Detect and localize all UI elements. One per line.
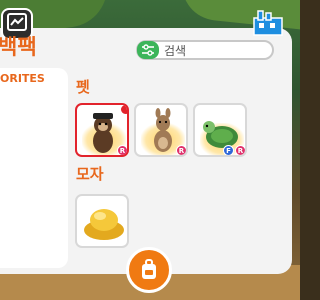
category-label-hats: 모자 — [76, 165, 104, 183]
rarity-badge: R — [235, 145, 245, 155]
search-input[interactable]: 검색 — [164, 42, 186, 59]
favorites-sidebar — [0, 68, 68, 268]
rarity-badge: R — [176, 145, 186, 155]
page-title: 백팩 — [0, 35, 37, 59]
equipped-badge — [120, 105, 127, 115]
gold-hat-icon — [84, 209, 124, 240]
backpack-icon — [142, 259, 156, 279]
house-icon — [253, 10, 283, 36]
pet-card-kangaroo[interactable]: R — [134, 103, 188, 157]
pet-card-monkey[interactable]: R — [75, 103, 129, 157]
rarity-badge: R — [117, 145, 127, 155]
filter-button[interactable] — [137, 41, 159, 59]
flyable-badge: F — [223, 145, 234, 155]
hat-card-gold[interactable] — [75, 194, 129, 248]
search-bar[interactable]: 검색 — [136, 40, 274, 60]
pet-card-turtle[interactable]: F R — [193, 103, 247, 157]
backpack-button[interactable] — [126, 247, 172, 293]
filter-icon — [142, 44, 154, 56]
category-label-pets: 펫 — [76, 78, 90, 96]
house-button[interactable] — [252, 8, 284, 36]
favorites-label: ORITES — [0, 72, 45, 85]
